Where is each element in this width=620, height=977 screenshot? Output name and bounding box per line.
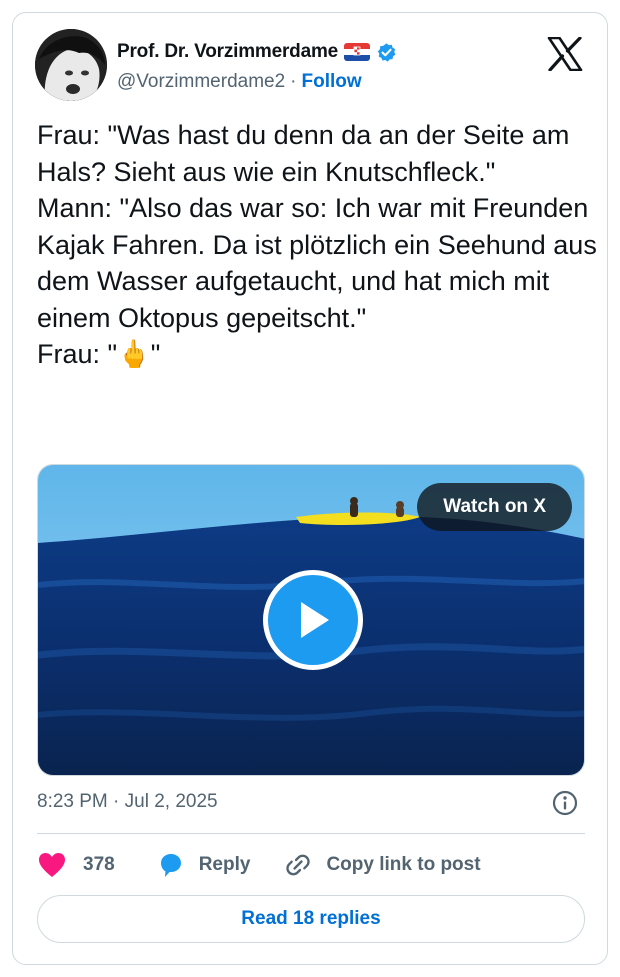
play-button[interactable] (263, 570, 363, 670)
reply-button[interactable]: Reply (157, 851, 251, 879)
croatia-flag-icon (344, 43, 371, 61)
video-player[interactable]: Watch on X (37, 464, 585, 776)
tweet-embed-card: Prof. Dr. Vorzimmerdame @Vorzimmerdame2 … (12, 12, 608, 965)
read-replies-button[interactable]: Read 18 replies (37, 895, 585, 943)
action-bar: 378 Reply Copy link to post (37, 847, 481, 883)
like-count: 378 (83, 854, 115, 875)
watch-on-x-button[interactable]: Watch on X (417, 483, 572, 531)
reply-bubble-icon (160, 854, 181, 877)
play-icon (301, 602, 329, 638)
author-handle[interactable]: @Vorzimmerdame2 (117, 71, 285, 93)
tweet-text: Frau: "Was hast du denn da an der Seite … (37, 120, 597, 369)
copy-link-label: Copy link to post (326, 854, 481, 875)
reply-label: Reply (198, 854, 251, 875)
tweet-timestamp[interactable]: 8:23 PM · Jul 2, 2025 (37, 791, 218, 813)
author-block: Prof. Dr. Vorzimmerdame @Vorzimmerdame2 … (117, 39, 397, 93)
link-icon (286, 854, 311, 876)
heart-icon (39, 853, 65, 877)
divider (37, 833, 585, 834)
like-button[interactable]: 378 (37, 851, 115, 879)
author-avatar[interactable] (35, 29, 107, 101)
separator-dot: · (290, 71, 297, 92)
copy-link-button[interactable]: Copy link to post (284, 851, 481, 879)
info-icon[interactable] (551, 789, 579, 817)
follow-button[interactable]: Follow (302, 71, 362, 93)
verified-badge-icon (376, 42, 397, 63)
x-logo-icon[interactable] (547, 36, 583, 72)
author-display-name[interactable]: Prof. Dr. Vorzimmerdame (117, 41, 338, 63)
